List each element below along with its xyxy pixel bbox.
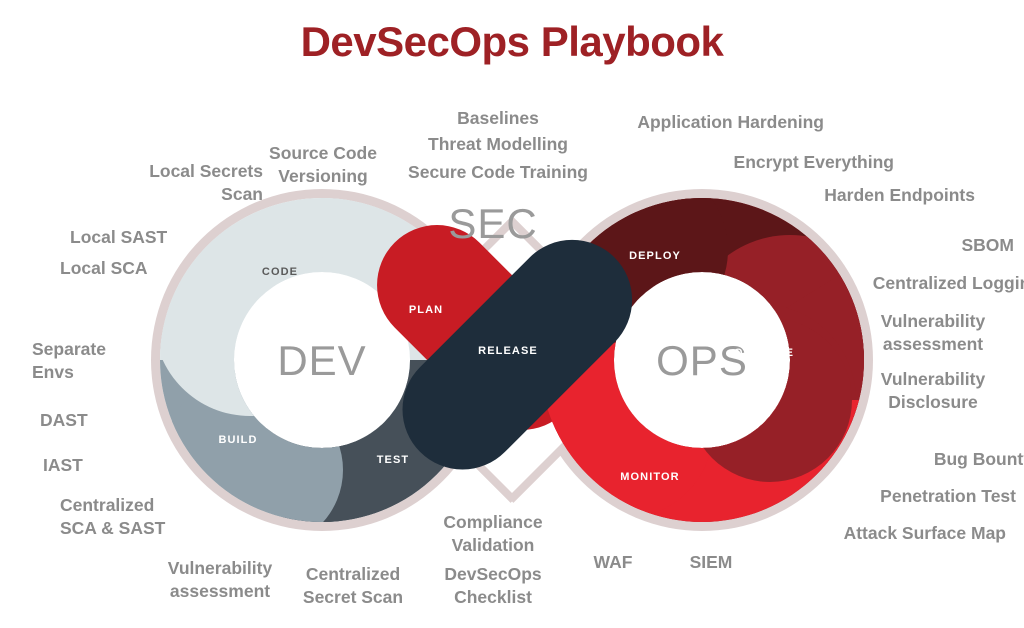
annotation-local-sast: Local SAST [70,227,168,247]
annotation-vulnerability-assessment-dev: Vulnerability assessment [167,558,273,602]
annotation-local-secrets-scan: Local Secrets Scan [149,161,263,205]
sec-loop-label: SEC [448,200,537,247]
annotation-baselines: Baselines [457,108,539,128]
annotation-harden-endpoints: Harden Endpoints [824,185,975,205]
annotation-penetration-test: Penetration Test [880,486,1016,506]
annotation-bug-bounty: Bug Bounty [933,449,1024,469]
annotation-iast: IAST [43,455,83,475]
monitor-segment-label: MONITOR [620,471,679,483]
build-segment-label: BUILD [218,434,257,446]
annotation-centralized-sca-sast: Centralized SCA & SAST [60,495,166,539]
annotation-sbom: SBOM [961,235,1015,255]
annotation-waf: WAF [593,552,633,572]
annotation-application-hardening: Application Hardening [637,112,824,132]
annotation-local-sca: Local SCA [60,258,148,278]
annotation-attack-surface-map: Attack Surface Map [843,523,1006,543]
operate-segment-label: OPERATE [734,347,794,359]
dev-loop-label: DEV [277,337,366,384]
annotation-vulnerability-disclosure: Vulnerability Disclosure [880,369,986,413]
annotation-separate-envs: Separate Envs [32,339,106,383]
plan-segment-label: PLAN [409,304,443,316]
annotation-encrypt-everything: Encrypt Everything [733,152,894,172]
annotation-siem: SIEM [689,552,733,572]
annotation-dast: DAST [40,410,88,430]
annotation-source-code-versioning: Source Code Versioning [269,143,377,187]
annotation-devsecops-checklist: DevSecOps Checklist [444,564,542,608]
annotation-threat-modelling: Threat Modelling [428,134,568,154]
test-segment-label: TEST [377,454,410,466]
annotation-vulnerability-assessment-ops: Vulnerability assessment [880,311,986,355]
annotation-secure-code-training: Secure Code Training [408,162,588,182]
annotation-centralized-secret-scan: Centralized Secret Scan [302,564,404,608]
deploy-segment-label: DEPLOY [629,250,681,262]
devsecops-infinity-diagram: DEV SEC OPS CODE BUILD TEST PLAN RELEASE… [0,0,1024,628]
annotation-centralized-logging: Centralized Logging [872,273,1024,293]
ops-loop-label: OPS [656,337,748,384]
release-segment-label: RELEASE [478,345,538,357]
annotation-compliance-validation: Compliance Validation [443,512,543,556]
code-segment-label: CODE [262,266,298,278]
